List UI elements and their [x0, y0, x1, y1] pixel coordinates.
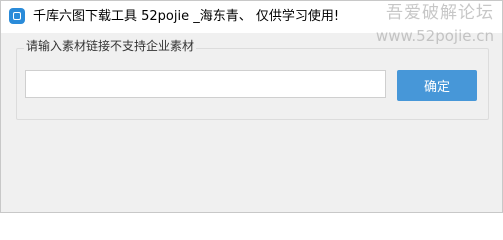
watermark: 吾爱破解论坛 www.52pojie.cn: [376, 3, 494, 45]
confirm-button[interactable]: 确定: [397, 70, 477, 101]
watermark-url: www.52pojie.cn: [375, 27, 494, 45]
material-link-input[interactable]: [25, 70, 386, 98]
window-title: 千库六图下载工具 52pojie _海东青、 仅供学习使用!: [33, 9, 340, 24]
watermark-text: 吾爱破解论坛: [386, 3, 494, 23]
title-bar: 千库六图下载工具 52pojie _海东青、 仅供学习使用! 吾爱破解论坛 ww…: [1, 1, 502, 45]
link-group-label: 请输入素材链接不支持企业素材: [24, 38, 197, 54]
app-icon: [9, 8, 25, 24]
